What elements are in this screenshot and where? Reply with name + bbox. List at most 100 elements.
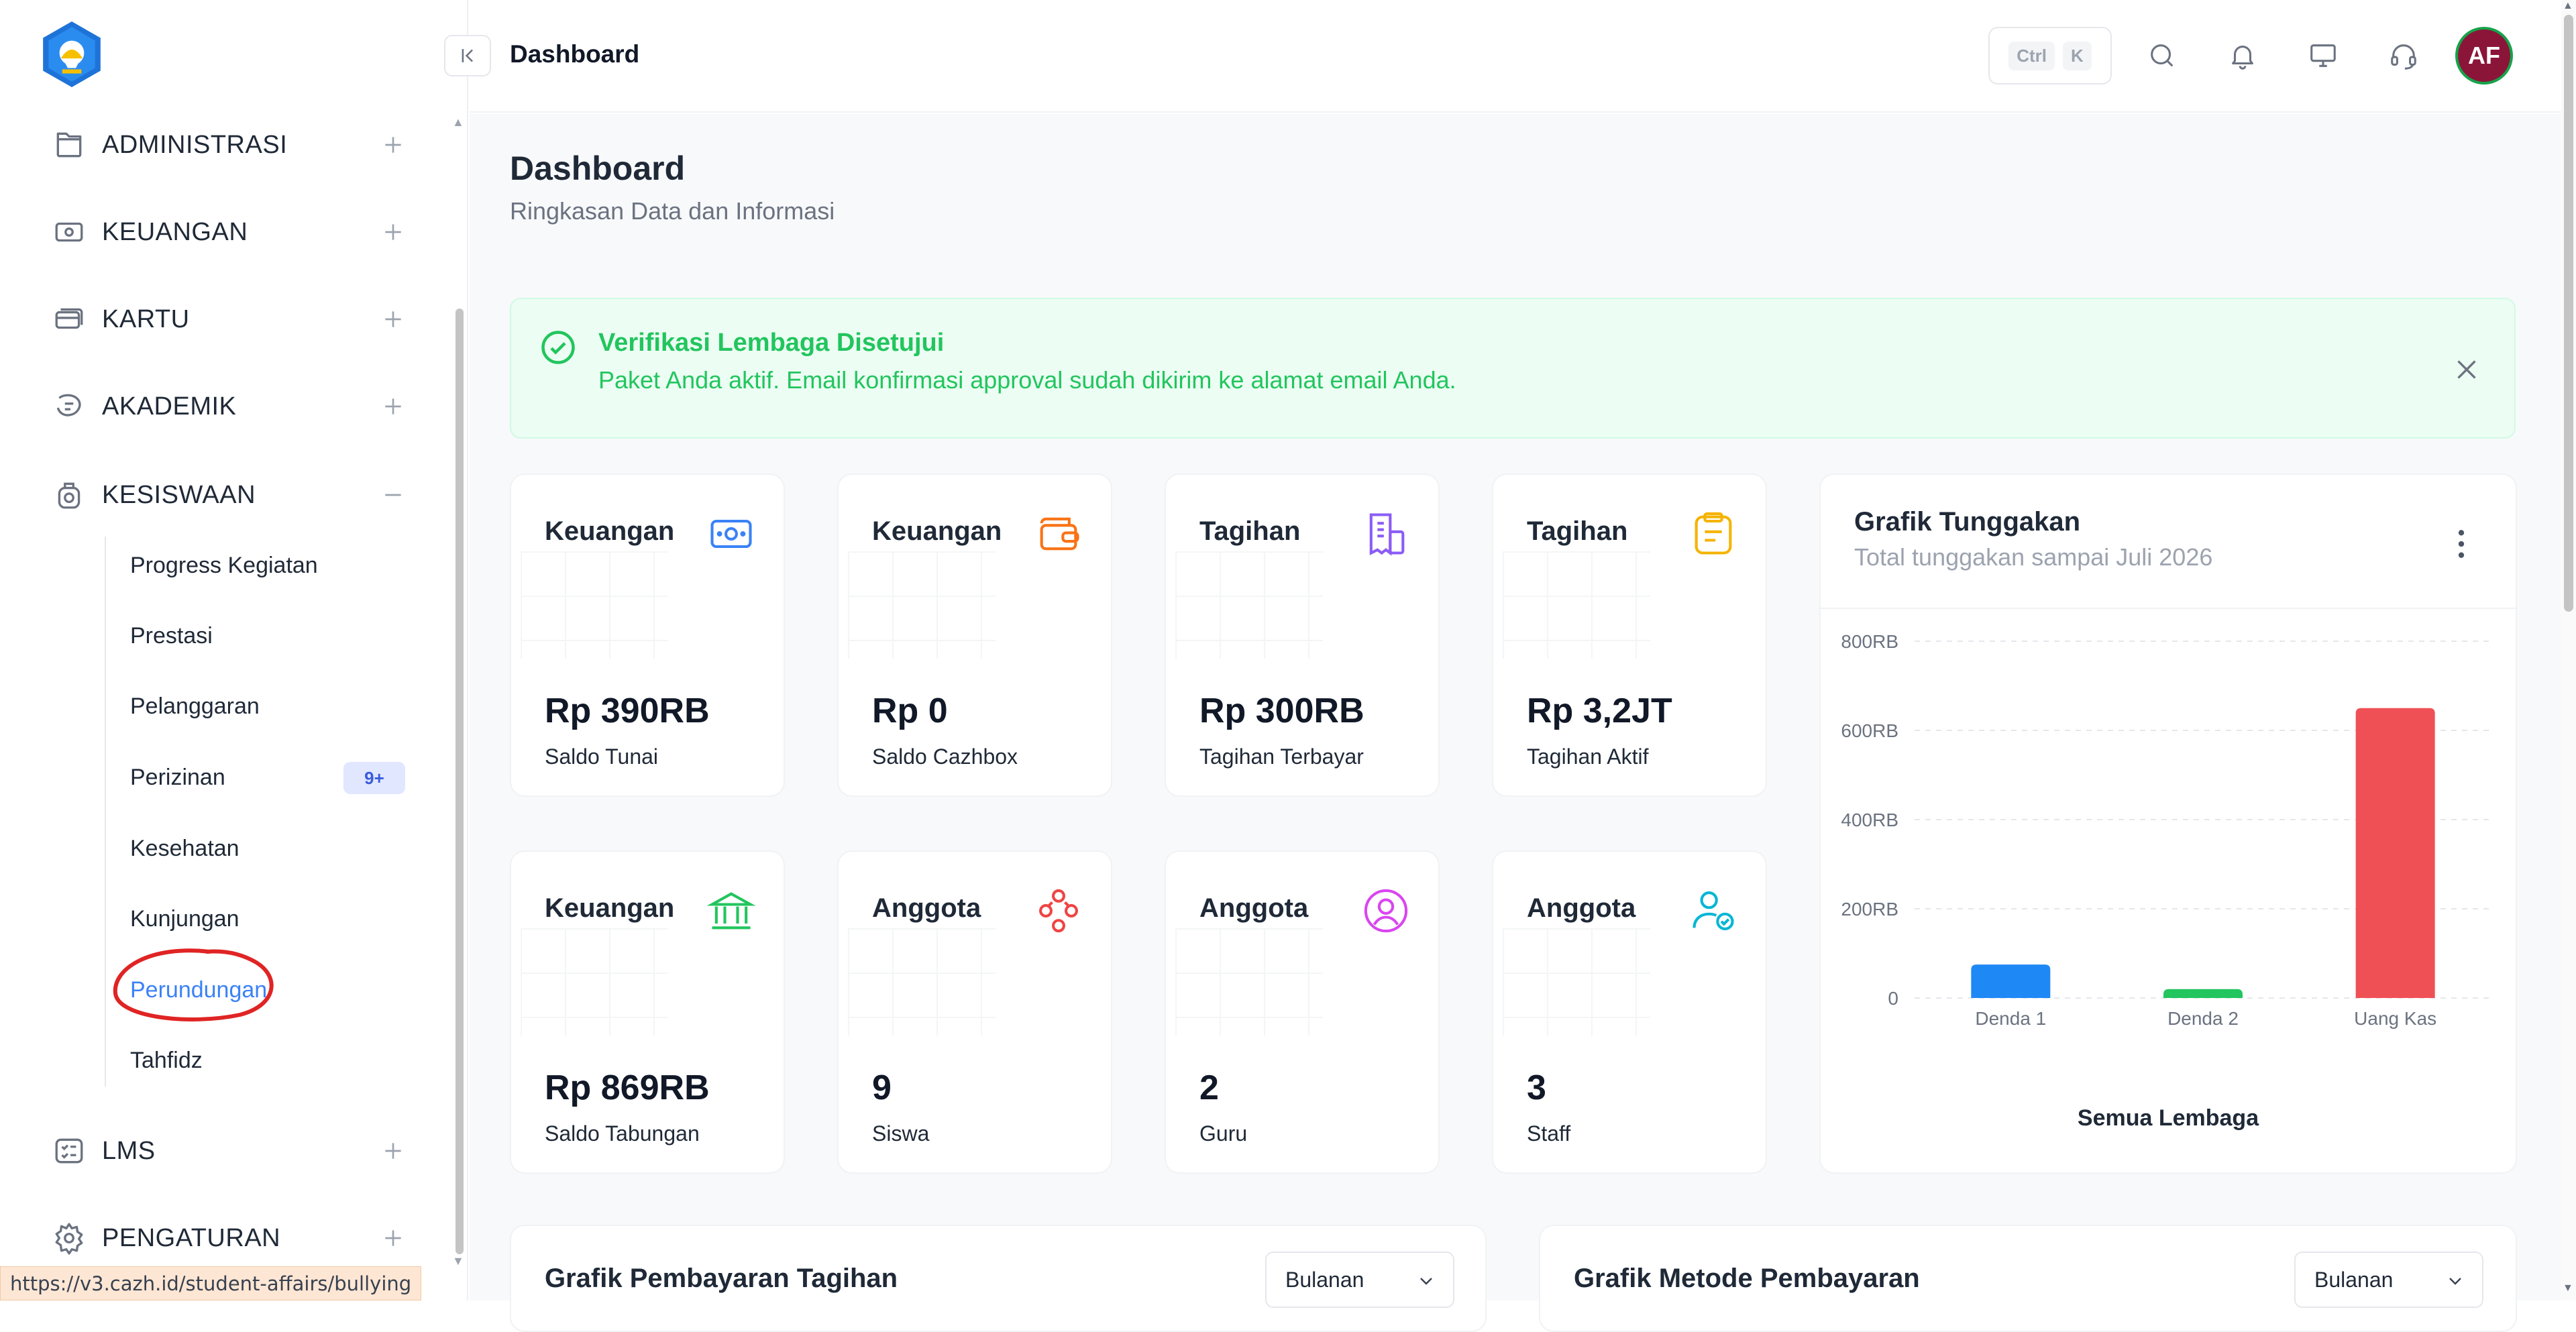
support-button[interactable] bbox=[2384, 36, 2423, 75]
y-tick-label: 800RB bbox=[1841, 631, 1898, 652]
arrears-chart-card: Grafik Tunggakan Total tunggakan sampai … bbox=[1819, 474, 2517, 1174]
card-title: Anggota bbox=[1527, 893, 1636, 923]
invoice-icon bbox=[1369, 513, 1405, 556]
chevron-down-icon bbox=[1420, 1278, 1432, 1285]
stat-card-guru[interactable]: Anggota 2 Guru bbox=[1165, 850, 1440, 1174]
x-tick-label: Denda 2 bbox=[2167, 1008, 2239, 1029]
alert-message: Paket Anda aktif. Email konfirmasi appro… bbox=[598, 366, 1456, 394]
stat-card-tagihan-terbayar[interactable]: Tagihan Rp 300RB Tagihan Terbayar bbox=[1165, 474, 1440, 797]
chart-legend[interactable]: Semua Lembaga bbox=[1821, 1105, 2516, 1131]
stat-card-saldo-tunai[interactable]: Keuangan Rp 390RB Saldo Tunai bbox=[510, 474, 785, 797]
plus-icon[interactable] bbox=[380, 219, 407, 245]
card-title: Keuangan bbox=[545, 893, 675, 923]
select-value: Bulanan bbox=[2314, 1267, 2394, 1292]
card-value: 2 bbox=[1199, 1068, 1219, 1107]
alert-title: Verifikasi Lembaga Disetujui bbox=[598, 329, 945, 357]
card-label: Staff bbox=[1527, 1121, 1571, 1146]
bar-denda-1 bbox=[1971, 964, 2051, 998]
plus-icon[interactable] bbox=[380, 393, 407, 420]
tut-wuri-handayani-logo[interactable] bbox=[38, 20, 106, 89]
sidebar-item-lms[interactable]: LMS bbox=[0, 1120, 456, 1182]
avatar[interactable]: AF bbox=[2455, 27, 2513, 85]
sidebar-item-label: AKADEMIK bbox=[102, 392, 237, 421]
sidebar-item-kartu[interactable]: KARTU bbox=[0, 288, 456, 350]
display-button[interactable] bbox=[2304, 36, 2343, 75]
cash-icon bbox=[710, 519, 752, 549]
card-label: Guru bbox=[1199, 1121, 1248, 1146]
card-title: Tagihan bbox=[1199, 516, 1301, 546]
sidebar-subitem-kesehatan[interactable]: Kesehatan bbox=[130, 825, 239, 872]
sidebar-item-label: LMS bbox=[102, 1136, 156, 1165]
student-icon bbox=[58, 482, 80, 509]
sidebar-subitem-pelanggaran[interactable]: Pelanggaran bbox=[130, 683, 260, 730]
period-select[interactable]: Bulanan bbox=[2294, 1252, 2483, 1308]
stat-card-siswa[interactable]: Anggota 9 Siswa bbox=[837, 850, 1112, 1174]
bank-icon bbox=[706, 892, 756, 930]
card-value: 9 bbox=[872, 1068, 892, 1107]
search-button[interactable] bbox=[2143, 36, 2182, 75]
sidebar-subitem-kunjungan[interactable]: Kunjungan bbox=[130, 895, 239, 942]
card-label: Siswa bbox=[872, 1121, 930, 1146]
command-palette-shortcut[interactable]: Ctrl K bbox=[1988, 27, 2112, 85]
plus-icon[interactable] bbox=[380, 131, 407, 158]
sidebar-item-pengaturan[interactable]: PENGATURAN bbox=[0, 1207, 456, 1269]
sidebar-subitem-prestasi[interactable]: Prestasi bbox=[130, 612, 213, 659]
card-label: Tagihan Aktif bbox=[1527, 744, 1649, 769]
plus-icon[interactable] bbox=[380, 306, 407, 333]
sidebar-scrollbar[interactable] bbox=[455, 114, 464, 1254]
main-scrollbar[interactable]: ▲ ▼ bbox=[2561, 0, 2576, 1300]
stat-card-staff[interactable]: Anggota 3 Staff bbox=[1492, 850, 1767, 1174]
card-label: Saldo Tabungan bbox=[545, 1121, 700, 1146]
payment-chart-card: Grafik Pembayaran Tagihan Bulanan bbox=[510, 1225, 1487, 1332]
plus-icon[interactable] bbox=[380, 1225, 407, 1252]
user-circle-icon bbox=[1364, 889, 1408, 933]
sidebar-item-label: PENGATURAN bbox=[102, 1223, 281, 1252]
sidebar-subitem-tahfidz[interactable]: Tahfidz bbox=[130, 1037, 203, 1084]
sidebar-item-keuangan[interactable]: KEUANGAN bbox=[0, 201, 456, 263]
stat-card-saldo-tabungan[interactable]: Keuangan Rp 869RB Saldo Tabungan bbox=[510, 850, 785, 1174]
card-value: Rp 3,2JT bbox=[1527, 691, 1672, 730]
bar-denda-2 bbox=[2163, 989, 2243, 998]
period-select[interactable]: Bulanan bbox=[1265, 1252, 1454, 1308]
sidebar-item-label: KARTU bbox=[102, 304, 190, 333]
sidebar-subitem-progress-kegiatan[interactable]: Progress Kegiatan bbox=[130, 542, 318, 589]
stat-card-saldo-cazhbox[interactable]: Keuangan Rp 0 Saldo Cazhbox bbox=[837, 474, 1112, 797]
status-bar-url: https://v3.cazh.id/student-affairs/bully… bbox=[0, 1266, 422, 1300]
stat-card-tagihan-aktif[interactable]: Tagihan Rp 3,2JT Tagihan Aktif bbox=[1492, 474, 1767, 797]
card-title: Keuangan bbox=[545, 516, 675, 546]
submenu-guide-line bbox=[105, 537, 106, 1087]
collapse-sidebar-button[interactable] bbox=[444, 35, 491, 76]
kbd-ctrl: Ctrl bbox=[2008, 41, 2055, 70]
user-check-icon bbox=[1693, 891, 1734, 930]
chevron-down-icon bbox=[2449, 1278, 2461, 1285]
card-value: 3 bbox=[1527, 1068, 1546, 1107]
sidebar-item-akademik[interactable]: AKADEMIK bbox=[0, 376, 456, 437]
select-value: Bulanan bbox=[1285, 1267, 1364, 1292]
close-icon[interactable] bbox=[2450, 353, 2483, 386]
page-title: Dashboard bbox=[510, 150, 686, 187]
y-tick-label: 200RB bbox=[1841, 899, 1898, 920]
wallet-icon bbox=[1040, 517, 1079, 551]
sidebar-subitem-perizinan[interactable]: Perizinan bbox=[130, 754, 225, 801]
minus-icon[interactable] bbox=[380, 482, 407, 508]
sidebar-item-administrasi[interactable]: ADMINISTRASI bbox=[0, 114, 456, 176]
notification-button[interactable] bbox=[2223, 36, 2262, 75]
sidebar-item-label: ADMINISTRASI bbox=[102, 130, 288, 159]
monitor-icon bbox=[2310, 44, 2336, 67]
folder-icon bbox=[56, 132, 82, 158]
sidebar-item-label: KESISWAAN bbox=[102, 480, 256, 509]
chart-title: Grafik Tunggakan bbox=[1854, 507, 2081, 537]
card-label: Tagihan Terbayar bbox=[1199, 744, 1364, 769]
headset-icon bbox=[2391, 44, 2416, 70]
more-vertical-icon[interactable] bbox=[2451, 527, 2471, 561]
gear-icon bbox=[55, 1223, 83, 1255]
check-circle-icon bbox=[541, 331, 575, 364]
card-title: Anggota bbox=[1199, 893, 1309, 923]
breadcrumb[interactable]: Dashboard bbox=[510, 40, 639, 68]
kbd-k: K bbox=[2063, 41, 2092, 70]
card-title: Grafik Metode Pembayaran bbox=[1574, 1264, 1920, 1293]
plus-icon[interactable] bbox=[380, 1137, 407, 1164]
card-label: Saldo Tunai bbox=[545, 744, 659, 769]
sidebar-item-kesiswaan[interactable]: KESISWAAN bbox=[0, 464, 456, 526]
notification-badge: 9+ bbox=[343, 762, 405, 794]
